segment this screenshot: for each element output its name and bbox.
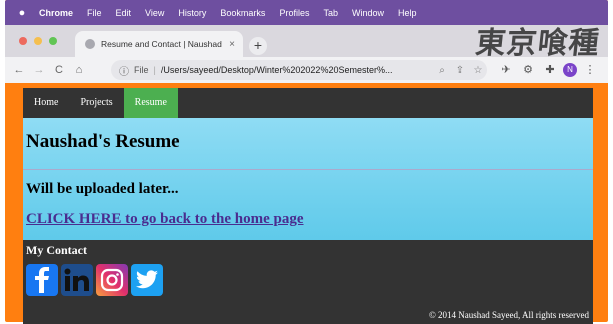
menu-app-chrome[interactable]: Chrome xyxy=(39,8,73,18)
file-scheme-label: File xyxy=(134,65,149,75)
tab-title: Resume and Contact | Naushad xyxy=(101,39,222,49)
bookmark-star-icon[interactable]: ☆ xyxy=(469,65,487,76)
menu-edit[interactable]: Edit xyxy=(116,8,132,18)
linkedin-icon[interactable] xyxy=(61,264,93,296)
globe-icon xyxy=(85,39,95,49)
divider xyxy=(23,169,593,170)
toolbar-extensions: ✈ ⚙ ✚ N ⋮ xyxy=(497,60,599,80)
puzzle-icon[interactable]: ✚ xyxy=(541,60,559,80)
reload-icon[interactable]: C xyxy=(49,64,69,76)
zoom-window-button[interactable] xyxy=(49,37,57,45)
forward-arrow-icon[interactable]: → xyxy=(29,64,49,76)
page-title: Naushad's Resume xyxy=(26,131,180,152)
upload-notice: Will be uploaded later... xyxy=(26,181,179,197)
back-arrow-icon[interactable]: ← xyxy=(9,64,29,76)
info-icon[interactable]: ⓘ xyxy=(119,63,129,78)
browser-tab-active[interactable]: Resume and Contact | Naushad × xyxy=(75,31,243,57)
social-links xyxy=(26,264,163,296)
site-nav: Home Projects Resume xyxy=(23,88,593,118)
menu-history[interactable]: History xyxy=(178,8,206,18)
url-text[interactable]: /Users/sayeed/Desktop/Winter%202022%20Se… xyxy=(161,65,433,75)
browser-toolbar: ← → C ⌂ ⓘ File | /Users/sayeed/Desktop/W… xyxy=(5,57,608,83)
nav-home[interactable]: Home xyxy=(23,88,69,118)
menu-window[interactable]: Window xyxy=(352,8,384,18)
profile-avatar[interactable]: N xyxy=(563,63,577,77)
tab-close-icon[interactable]: × xyxy=(225,39,239,50)
nav-projects[interactable]: Projects xyxy=(69,88,123,118)
new-tab-button[interactable]: + xyxy=(249,37,267,55)
close-window-button[interactable] xyxy=(19,37,27,45)
share-icon[interactable]: ⇪ xyxy=(451,65,469,76)
menu-bookmarks[interactable]: Bookmarks xyxy=(220,8,265,18)
web-page: Home Projects Resume Naushad's Resume Wi… xyxy=(23,88,593,324)
zoom-search-icon[interactable]: ⌕ xyxy=(433,65,451,76)
apple-icon[interactable]: ● xyxy=(11,7,33,19)
twitter-icon[interactable] xyxy=(131,264,163,296)
menu-help[interactable]: Help xyxy=(398,8,417,18)
back-home-link[interactable]: CLICK HERE to go back to the home page xyxy=(26,211,304,228)
resume-section: Naushad's Resume Will be uploaded later.… xyxy=(23,118,593,240)
menu-profiles[interactable]: Profiles xyxy=(279,8,309,18)
footer-copyright: © 2014 Naushad Sayeed, All rights reserv… xyxy=(428,310,589,320)
window-controls xyxy=(19,37,57,45)
more-menu-icon[interactable]: ⋮ xyxy=(581,60,599,80)
overlay-kanji-text: 東京喰種 xyxy=(473,26,602,61)
address-bar[interactable]: ⓘ File | /Users/sayeed/Desktop/Winter%20… xyxy=(111,60,487,80)
instagram-icon[interactable] xyxy=(96,264,128,296)
menu-file[interactable]: File xyxy=(87,8,102,18)
facebook-icon[interactable] xyxy=(26,264,58,296)
address-separator: | xyxy=(153,65,156,75)
nav-resume[interactable]: Resume xyxy=(123,88,178,118)
menu-tab[interactable]: Tab xyxy=(323,8,338,18)
home-icon[interactable]: ⌂ xyxy=(69,64,89,76)
menu-view[interactable]: View xyxy=(145,8,164,18)
extension-icon[interactable]: ⚙ xyxy=(519,60,537,80)
minimize-window-button[interactable] xyxy=(34,37,42,45)
reading-mode-icon[interactable]: ✈ xyxy=(497,60,515,80)
contact-heading: My Contact xyxy=(26,243,87,257)
